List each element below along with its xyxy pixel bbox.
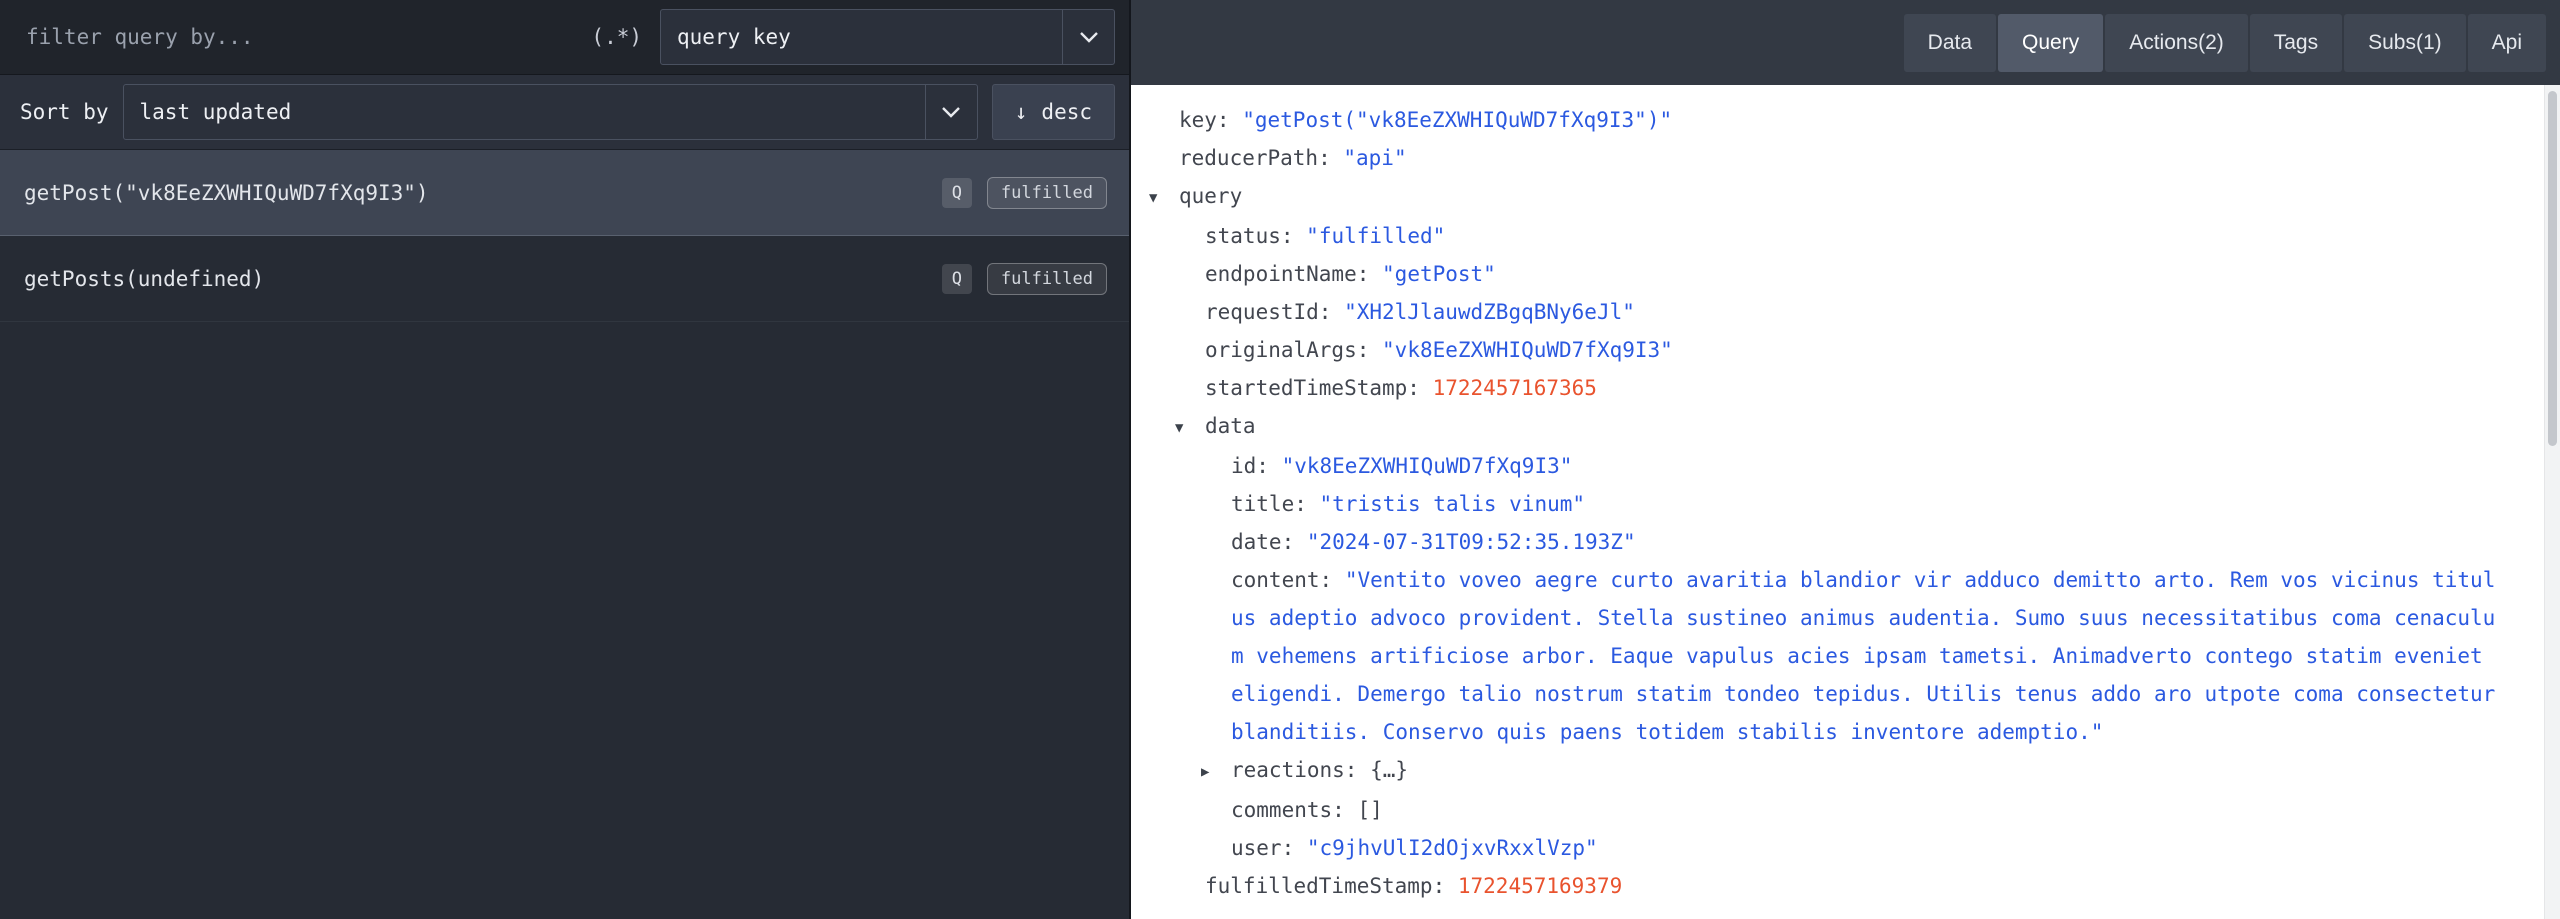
tab-tags[interactable]: Tags: [2250, 14, 2342, 72]
tab-data[interactable]: Data: [1904, 14, 1996, 72]
tree-value-array: []: [1357, 798, 1382, 822]
vertical-scrollbar[interactable]: [2544, 85, 2560, 919]
arrow-down-icon: ↓: [1015, 100, 1028, 124]
tree-value-string: "getPost": [1382, 262, 1496, 286]
tree-key: comments:: [1231, 798, 1345, 822]
scrollbar-thumb[interactable]: [2548, 91, 2557, 446]
tree-value-string: "fulfilled": [1306, 224, 1445, 248]
tree-node-date: date: "2024-07-31T09:52:35.193Z": [1131, 523, 2500, 561]
tree-value-string: "2024-07-31T09:52:35.193Z": [1307, 530, 1636, 554]
tree-node-title: title: "tristis talis vinum": [1131, 485, 2500, 523]
tree-value-string: "vk8EeZXWHIQuWD7fXq9I3": [1282, 454, 1573, 478]
tree-key: content:: [1231, 568, 1332, 592]
tree-key: query: [1179, 184, 1242, 208]
tree-key: id:: [1231, 454, 1269, 478]
rtk-query-devtools: (.*) query key Sort by last updated ↓ de…: [0, 0, 2560, 919]
tree-node-id: id: "vk8EeZXWHIQuWD7fXq9I3": [1131, 447, 2500, 485]
inspector-panel: DataQueryActions(2)TagsSubs(1)Api key: "…: [1131, 0, 2560, 919]
tree-node-key: key: "getPost("vk8EeZXWHIQuWD7fXq9I3")": [1131, 101, 2500, 139]
sort-by-selected-value: last updated: [124, 85, 925, 139]
tab-bar: DataQueryActions(2)TagsSubs(1)Api: [1131, 0, 2560, 85]
tree-value-string: "c9jhvUlI2dOjxvRxxlVzp": [1307, 836, 1598, 860]
tree-key: reducerPath:: [1179, 146, 1331, 170]
tree-node-startedTimeStamp: startedTimeStamp: 1722457167365: [1131, 369, 2500, 407]
tree-node-comments: comments: []: [1131, 791, 2500, 829]
query-filter-input[interactable]: [14, 25, 577, 49]
json-tree: key: "getPost("vk8EeZXWHIQuWD7fXq9I3")"r…: [1131, 85, 2560, 919]
triangle-down-icon[interactable]: ▼: [1149, 179, 1179, 217]
sort-bar: Sort by last updated ↓ desc: [0, 75, 1129, 150]
tree-key: user:: [1231, 836, 1294, 860]
tree-key: date:: [1231, 530, 1294, 554]
tree-value-string: "api": [1343, 146, 1406, 170]
tab-query[interactable]: Query: [1998, 14, 2103, 72]
tree-node-status: status: "fulfilled": [1131, 217, 2500, 255]
query-type-badge: Q: [942, 264, 972, 294]
tree-value-string: "getPost("vk8EeZXWHIQuWD7fXq9I3")": [1242, 108, 1672, 132]
chevron-down-icon: [1062, 10, 1114, 64]
tree-key: requestId:: [1205, 300, 1331, 324]
tab-subs-1-[interactable]: Subs(1): [2344, 14, 2466, 72]
sort-by-label: Sort by: [14, 100, 109, 124]
chevron-down-icon: [925, 85, 977, 139]
tree-key: status:: [1205, 224, 1294, 248]
tree-key: originalArgs:: [1205, 338, 1369, 362]
query-key-label: getPost("vk8EeZXWHIQuWD7fXq9I3"): [24, 181, 942, 205]
query-sidebar: (.*) query key Sort by last updated ↓ de…: [0, 0, 1131, 919]
filter-bar: (.*) query key: [0, 0, 1129, 75]
query-type-badge: Q: [942, 178, 972, 208]
tree-node-fulfilledTimeStamp: fulfilledTimeStamp: 1722457169379: [1131, 867, 2500, 905]
tree-key: startedTimeStamp:: [1205, 376, 1420, 400]
tree-value-string: "XH2lJlauwdZBgqBNy6eJl": [1344, 300, 1635, 324]
query-list-item[interactable]: getPosts(undefined)Qfulfilled: [0, 236, 1129, 322]
tree-node-data[interactable]: ▼data: [1131, 407, 2500, 447]
query-list-item[interactable]: getPost("vk8EeZXWHIQuWD7fXq9I3")Qfulfill…: [0, 150, 1129, 236]
tree-key: key:: [1179, 108, 1230, 132]
tab-actions-2-[interactable]: Actions(2): [2105, 14, 2248, 72]
tree-value-string: "vk8EeZXWHIQuWD7fXq9I3": [1382, 338, 1673, 362]
tree-key: endpointName:: [1205, 262, 1369, 286]
tree-key: title:: [1231, 492, 1307, 516]
tree-node-content: content: "Ventito voveo aegre curto avar…: [1131, 561, 2500, 751]
query-status-badge: fulfilled: [987, 177, 1107, 209]
filter-by-selected-value: query key: [661, 10, 1062, 64]
query-key-label: getPosts(undefined): [24, 267, 942, 291]
tree-value-number: 1722457167365: [1433, 376, 1597, 400]
tree-node-requestId: requestId: "XH2lJlauwdZBgqBNy6eJl": [1131, 293, 2500, 331]
tree-key: data: [1205, 414, 1256, 438]
filter-by-select[interactable]: query key: [660, 9, 1115, 65]
tree-value-object: {…}: [1370, 758, 1408, 782]
triangle-right-icon[interactable]: ▶: [1201, 753, 1231, 791]
regex-toggle-button[interactable]: (.*): [591, 25, 642, 49]
tree-node-reactions[interactable]: ▶reactions: {…}: [1131, 751, 2500, 791]
badge-group: Qfulfilled: [942, 263, 1107, 295]
badge-group: Qfulfilled: [942, 177, 1107, 209]
tree-key: reactions:: [1231, 758, 1357, 782]
query-list: getPost("vk8EeZXWHIQuWD7fXq9I3")Qfulfill…: [0, 150, 1129, 919]
tree-key: fulfilledTimeStamp:: [1205, 874, 1445, 898]
tree-value-string: "tristis talis vinum": [1320, 492, 1586, 516]
tab-api[interactable]: Api: [2468, 14, 2546, 72]
tree-node-reducerPath: reducerPath: "api": [1131, 139, 2500, 177]
tree-value-string: "Ventito voveo aegre curto avaritia blan…: [1231, 568, 2495, 744]
tree-node-endpointName: endpointName: "getPost": [1131, 255, 2500, 293]
triangle-down-icon[interactable]: ▼: [1175, 409, 1205, 447]
tree-node-query[interactable]: ▼query: [1131, 177, 2500, 217]
query-status-badge: fulfilled: [987, 263, 1107, 295]
tree-value-number: 1722457169379: [1458, 874, 1622, 898]
tree-node-user: user: "c9jhvUlI2dOjxvRxxlVzp": [1131, 829, 2500, 867]
sort-by-select[interactable]: last updated: [123, 84, 978, 140]
tree-node-originalArgs: originalArgs: "vk8EeZXWHIQuWD7fXq9I3": [1131, 331, 2500, 369]
sort-order-button[interactable]: ↓ desc: [992, 84, 1115, 140]
sort-order-label: desc: [1041, 100, 1092, 124]
